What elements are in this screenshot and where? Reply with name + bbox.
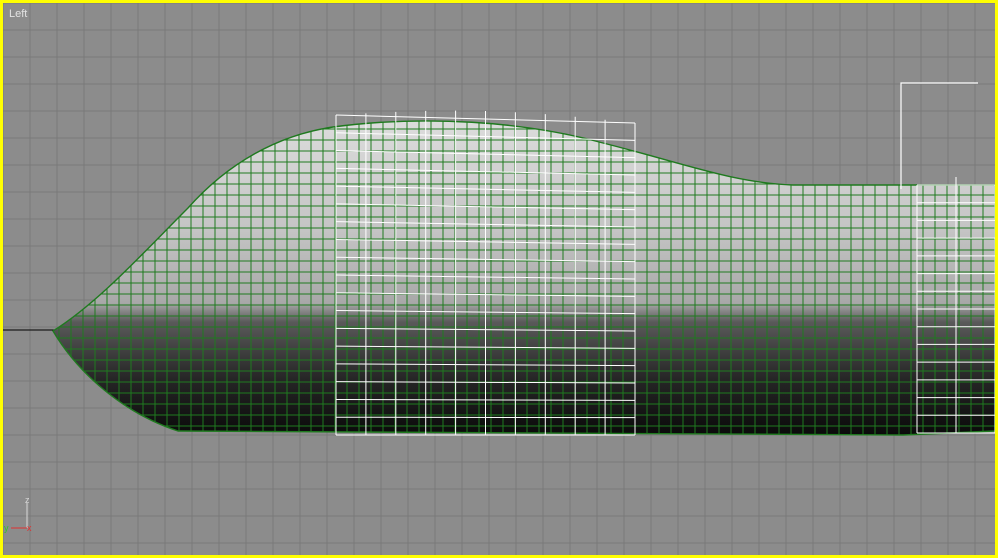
axis-y-label: y (4, 523, 9, 533)
axis-x-label: x (27, 523, 32, 533)
viewport-label[interactable]: Left (9, 8, 27, 20)
axis-tripod: z y x (4, 495, 32, 533)
axis-z-label: z (25, 495, 30, 505)
mesh-body[interactable] (43, 103, 995, 443)
lattice-bracket (900, 82, 978, 189)
viewport-scene[interactable]: z y x (3, 3, 995, 555)
viewport-left[interactable]: Left z y x (0, 0, 998, 558)
